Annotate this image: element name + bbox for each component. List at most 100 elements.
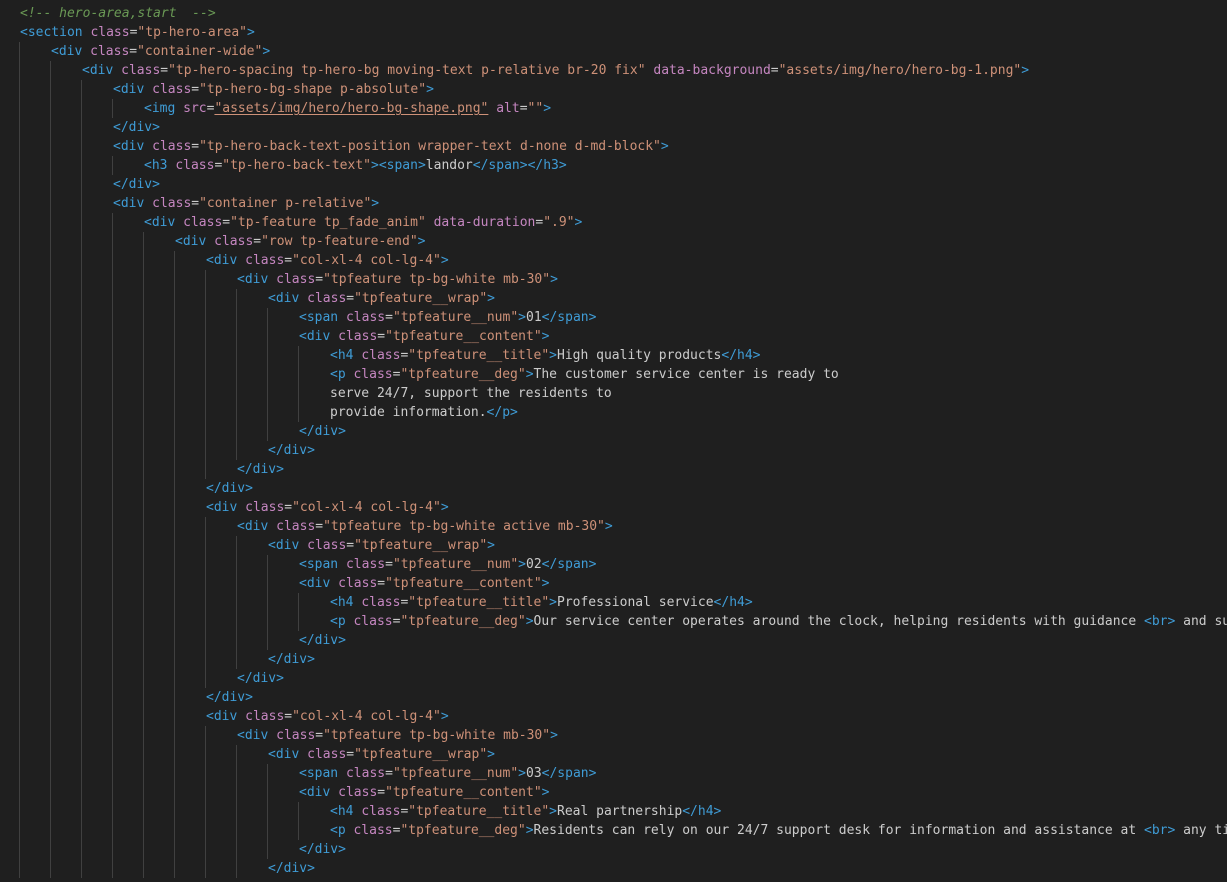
code-line[interactable]: </div> — [268, 650, 315, 669]
text-token: = — [315, 519, 324, 534]
indent-guide — [267, 308, 268, 441]
code-line[interactable]: <div class="tpfeature tp-bg-white active… — [237, 517, 613, 536]
code-line[interactable]: <div class="tpfeature__content"> — [299, 327, 549, 346]
tag-token: <div — [237, 519, 269, 534]
tag-token: </div> — [113, 120, 160, 135]
attribute-token: data-background — [653, 63, 771, 78]
indent-guide — [298, 593, 299, 631]
code-line[interactable]: <div class="tp-hero-spacing tp-hero-bg m… — [82, 61, 1029, 80]
text-token: any time — [1183, 823, 1227, 838]
tag-token: > — [440, 500, 449, 515]
code-line[interactable]: <span class="tpfeature__num">02</span> — [299, 555, 596, 574]
tag-token: <div — [299, 785, 331, 800]
tag-token: <div — [175, 234, 207, 249]
text-token: Residents can rely on our 24/7 support d… — [533, 823, 1144, 838]
code-line[interactable]: <p class="tpfeature__deg">Residents can … — [330, 821, 1227, 840]
code-line[interactable]: <div class="tpfeature__wrap"> — [268, 289, 495, 308]
code-line[interactable]: </div> — [237, 669, 284, 688]
code-line[interactable]: </div> — [299, 840, 346, 859]
tag-token: > — [417, 234, 426, 249]
code-line[interactable]: <div class="container p-relative"> — [113, 194, 379, 213]
string-token: "tp-hero-back-text-position wrapper-text… — [199, 139, 661, 154]
code-line[interactable]: </div> — [268, 441, 315, 460]
attribute-token: class — [307, 291, 347, 306]
string-token: "tpfeature__deg" — [400, 367, 526, 382]
text-token: = — [377, 785, 386, 800]
text-token: = — [284, 709, 293, 724]
code-line[interactable]: <h3 class="tp-hero-back-text"><span>land… — [144, 156, 567, 175]
text-token: 02 — [526, 557, 542, 572]
link-string-token: "assets/img/hero/hero-bg-shape.png" — [214, 101, 489, 116]
code-line[interactable]: <div class="container-wide"> — [51, 42, 270, 61]
code-line[interactable]: <div class="tp-hero-bg-shape p-absolute"… — [113, 80, 434, 99]
code-line[interactable]: </div> — [113, 175, 160, 194]
string-token: "tpfeature__title" — [408, 595, 550, 610]
indent-guide — [236, 536, 237, 669]
code-line[interactable]: <img src = "assets/img/hero/hero-bg-shape.… — [144, 99, 551, 118]
code-line[interactable]: <div class="tp-hero-back-text-position w… — [113, 137, 669, 156]
tag-token: </div> — [113, 177, 160, 192]
string-token: "tpfeature__title" — [408, 348, 550, 363]
code-line[interactable]: <p class="tpfeature__deg">Our service ce… — [330, 612, 1227, 631]
tag-token: <div — [268, 538, 300, 553]
string-token: ".9" — [543, 215, 575, 230]
code-line[interactable]: <div class="tpfeature__content"> — [299, 783, 549, 802]
code-line[interactable]: </div> — [299, 631, 346, 650]
string-token: "tp-hero-bg-shape p-absolute" — [199, 82, 427, 97]
attribute-token: class — [245, 253, 285, 268]
tag-token: > — [262, 44, 271, 59]
text-token: and supp — [1183, 614, 1227, 629]
code-line[interactable]: <div class="col-xl-4 col-lg-4"> — [206, 251, 449, 270]
indent-guide — [267, 555, 268, 650]
text-token: serve 24/7, support the residents to — [330, 386, 612, 401]
tag-token: > — [247, 25, 255, 40]
code-line[interactable]: provide information.</p> — [330, 403, 518, 422]
tag-token: <div — [268, 747, 300, 762]
code-line[interactable]: </div> — [206, 479, 253, 498]
code-line[interactable]: <div class="tpfeature__wrap"> — [268, 536, 495, 555]
code-line[interactable]: <section class="tp-hero-area"> — [20, 23, 255, 42]
attribute-token: alt — [496, 101, 520, 116]
text-token: landor — [425, 158, 473, 173]
code-line[interactable]: <div class="tpfeature tp-bg-white mb-30"… — [237, 270, 558, 289]
code-line[interactable]: </div> — [237, 460, 284, 479]
code-line[interactable]: <div class="tpfeature tp-bg-white mb-30"… — [237, 726, 558, 745]
string-token: "tpfeature__num" — [392, 766, 519, 781]
code-line[interactable]: <h4 class="tpfeature__title">Professiona… — [330, 593, 753, 612]
string-token: "tpfeature__content" — [385, 329, 542, 344]
code-line[interactable]: <span class="tpfeature__num">03</span> — [299, 764, 596, 783]
tag-token: </div> — [299, 633, 346, 648]
code-line[interactable]: <div class="tpfeature__content"> — [299, 574, 549, 593]
tag-token: <div — [237, 272, 269, 287]
code-line[interactable]: <div class="row tp-feature-end"> — [175, 232, 425, 251]
code-line[interactable]: <h4 class="tpfeature__title">Real partne… — [330, 802, 721, 821]
tag-token: > — [549, 348, 557, 363]
code-line[interactable]: </div> — [113, 118, 160, 137]
code-line[interactable]: serve 24/7, support the residents to — [330, 384, 612, 403]
code-line[interactable]: <!-- hero-area,start --> — [20, 4, 216, 23]
code-line[interactable]: <p class="tpfeature__deg">The customer s… — [330, 365, 839, 384]
tag-token: > — [660, 139, 669, 154]
code-editor[interactable]: <!-- hero-area,start --> <section class="… — [0, 0, 1227, 882]
code-line[interactable]: <div class="tp-feature tp_fade_anim" dat… — [144, 213, 582, 232]
code-line[interactable]: <span class="tpfeature__num">01</span> — [299, 308, 596, 327]
code-line[interactable]: <div class="col-xl-4 col-lg-4"> — [206, 707, 449, 726]
text-token: = — [770, 63, 779, 78]
tag-token: <h4 — [330, 595, 354, 610]
code-line[interactable]: <div class="col-xl-4 col-lg-4"> — [206, 498, 449, 517]
code-line[interactable]: </div> — [299, 422, 346, 441]
code-line[interactable]: <h4 class="tpfeature__title">High qualit… — [330, 346, 761, 365]
tag-token: <h4 — [330, 348, 354, 363]
tag-token: > — [550, 272, 558, 287]
string-token: "tpfeature__wrap" — [354, 538, 488, 553]
code-line[interactable]: </div> — [268, 859, 315, 878]
string-token: "container-wide" — [137, 44, 263, 59]
code-line[interactable]: <div class="tpfeature__wrap"> — [268, 745, 495, 764]
code-line[interactable]: </div> — [206, 688, 253, 707]
text-token: = — [519, 101, 528, 116]
tag-token: <div — [237, 728, 269, 743]
